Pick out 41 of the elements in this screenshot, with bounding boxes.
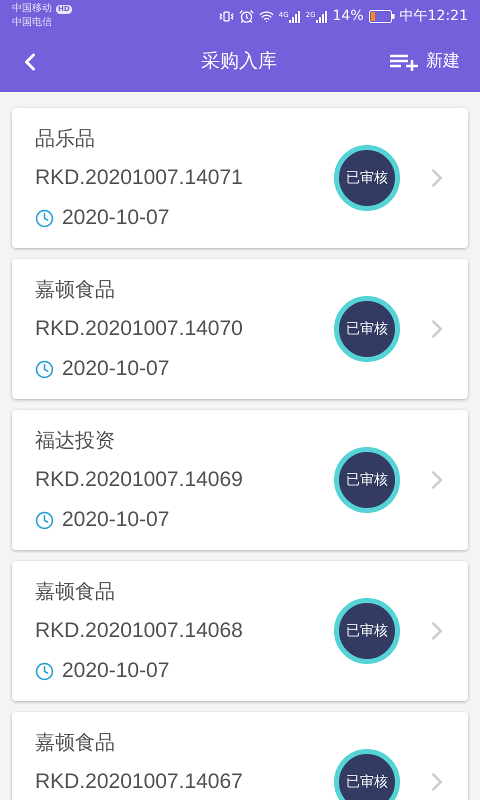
- battery-icon: [368, 10, 395, 23]
- wifi-icon: [258, 9, 274, 24]
- order-date: 2020-10-07: [62, 205, 170, 231]
- record-card[interactable]: 嘉顿食品 RKD.20201007.14070 2020-10-07 已审核: [12, 259, 468, 399]
- order-date: 2020-10-07: [62, 356, 170, 382]
- status-badge: 已审核: [334, 296, 400, 362]
- order-number: RKD.20201007.14070: [35, 316, 244, 342]
- signal-icon: [288, 10, 301, 22]
- order-number: RKD.20201007.14068: [35, 618, 244, 644]
- supplier-name: 嘉顿食品: [35, 578, 116, 605]
- record-card[interactable]: 嘉顿食品 RKD.20201007.14067 已审核: [12, 712, 468, 800]
- new-button[interactable]: 新建: [390, 48, 464, 74]
- clock-icon: [35, 510, 54, 530]
- order-number: RKD.20201007.14067: [35, 769, 244, 795]
- signal-icon: [316, 10, 328, 22]
- status-badge: 已审核: [334, 598, 400, 664]
- clock-time: 中午12:21: [400, 7, 468, 26]
- record-card[interactable]: 品乐品 RKD.20201007.14071 2020-10-07 已审核: [12, 108, 468, 248]
- supplier-name: 嘉顿食品: [35, 276, 116, 303]
- clock-icon: [35, 360, 54, 378]
- order-number: RKD.20201007.14071: [35, 165, 244, 191]
- order-date: 2020-10-07: [62, 658, 170, 684]
- supplier-name: 嘉顿食品: [35, 729, 116, 756]
- status-badge: 已审核: [334, 447, 400, 513]
- battery-percent: 14%: [332, 7, 364, 26]
- status-badge: 已审核: [334, 145, 400, 211]
- alarm-icon: [238, 9, 254, 24]
- clock-icon: [35, 662, 54, 680]
- record-card[interactable]: 福达投资 RKD.20201007.14069 2020-10-07 已审核: [12, 410, 468, 550]
- status-badge: 已审核: [334, 749, 400, 800]
- list-add-icon: [390, 52, 418, 70]
- clock-icon: [35, 208, 54, 228]
- order-date: 2020-10-07: [62, 507, 170, 533]
- carrier-name: 中国电信: [12, 16, 53, 30]
- supplier-name: 品乐品: [35, 125, 96, 152]
- page-title: 采购入库: [201, 49, 277, 74]
- supplier-name: 福达投资: [35, 427, 116, 454]
- carrier-name: 中国移动: [12, 2, 52, 16]
- order-number: RKD.20201007.14069: [35, 467, 244, 493]
- record-card[interactable]: 嘉顿食品 RKD.20201007.14068 2020-10-07 已审核: [12, 561, 468, 701]
- vibrate-icon: [218, 9, 234, 24]
